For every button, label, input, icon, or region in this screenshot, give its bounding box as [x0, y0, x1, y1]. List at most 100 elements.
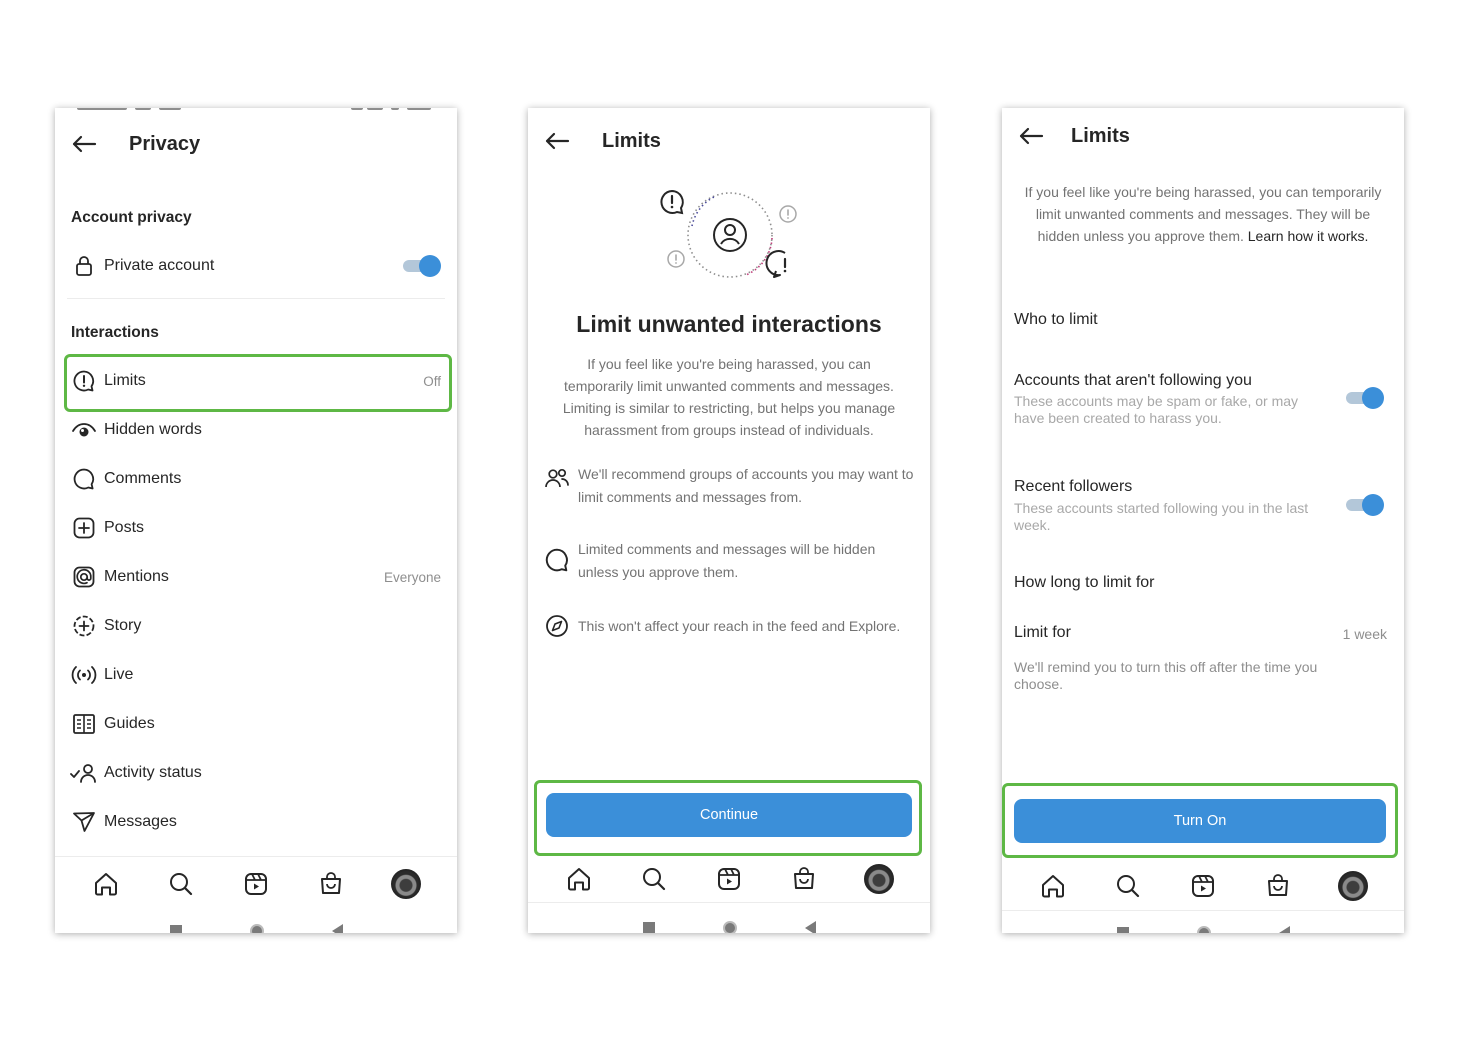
- system-back-icon[interactable]: [331, 924, 343, 933]
- settings-item-mentions[interactable]: Mentions Everyone: [67, 555, 445, 599]
- reels-icon[interactable]: [713, 863, 745, 895]
- add-square-icon: [70, 514, 98, 542]
- divider: [1002, 910, 1404, 911]
- app-bar: Limits: [528, 121, 930, 161]
- home-button-icon[interactable]: [249, 924, 264, 933]
- settings-item-activity-status[interactable]: Activity status: [67, 751, 445, 795]
- home-icon[interactable]: [90, 868, 122, 900]
- settings-item-posts[interactable]: Posts: [67, 506, 445, 550]
- messages-icon: [70, 808, 98, 836]
- feature-text: We'll recommend groups of accounts you m…: [578, 466, 914, 505]
- system-nav-bar: [528, 920, 930, 933]
- settings-item-label: Mentions: [104, 568, 169, 585]
- system-nav-bar: [1002, 925, 1404, 933]
- page-title: Limits: [602, 129, 661, 152]
- eye-icon: [70, 416, 98, 444]
- settings-item-label: Live: [104, 666, 134, 683]
- feature-text: Limited comments and messages will be hi…: [578, 541, 876, 580]
- settings-item-value: Everyone: [383, 569, 441, 585]
- search-icon[interactable]: [638, 863, 670, 895]
- recent-apps-icon[interactable]: [169, 925, 182, 933]
- settings-item-hidden-words[interactable]: Hidden words: [67, 408, 445, 452]
- limit-for-value: 1 week: [1342, 626, 1387, 642]
- settings-item-story[interactable]: Story: [67, 604, 445, 648]
- settings-item-label: Posts: [104, 519, 145, 536]
- private-account-label: Private account: [104, 257, 215, 274]
- option-desc: These accounts started following you in …: [1014, 500, 1309, 533]
- home-button-icon[interactable]: [722, 921, 737, 933]
- story-add-icon: [70, 612, 98, 640]
- recent-apps-icon[interactable]: [1116, 927, 1129, 933]
- activity-status-icon: [70, 759, 98, 787]
- app-bar: Privacy: [55, 124, 457, 164]
- bottom-nav: [528, 854, 930, 904]
- option-title: Recent followers: [1014, 478, 1133, 495]
- settings-item-label: Story: [104, 617, 142, 634]
- system-back-icon[interactable]: [804, 921, 816, 933]
- limits-intro-screen: Limits Limit unwanted interactions If yo…: [528, 108, 930, 933]
- highlight-box: [534, 780, 922, 856]
- comment-icon: [70, 465, 98, 493]
- account-privacy-header: Account privacy: [71, 209, 192, 226]
- comment-icon: [542, 545, 572, 575]
- back-arrow-icon[interactable]: [69, 129, 99, 159]
- recent-followers-toggle[interactable]: [1344, 494, 1384, 516]
- home-icon[interactable]: [1037, 870, 1069, 902]
- system-back-icon[interactable]: [1278, 926, 1290, 933]
- settings-item-label: Guides: [104, 715, 155, 732]
- app-bar: Limits: [1002, 116, 1404, 156]
- limit-for-row[interactable]: Limit for 1 week: [1002, 614, 1404, 650]
- settings-item-label: Hidden words: [104, 421, 202, 438]
- interactions-header: Interactions: [71, 324, 159, 341]
- divider: [55, 856, 457, 857]
- highlight-box: [64, 354, 452, 412]
- back-arrow-icon[interactable]: [542, 126, 572, 156]
- settings-item-label: Messages: [104, 813, 177, 830]
- system-nav-bar: [55, 923, 457, 933]
- non-followers-toggle[interactable]: [1344, 387, 1384, 409]
- home-button-icon[interactable]: [1196, 926, 1211, 933]
- reels-icon[interactable]: [1187, 870, 1219, 902]
- highlight-box: [1002, 783, 1398, 858]
- back-arrow-icon[interactable]: [1016, 121, 1046, 151]
- recent-apps-icon[interactable]: [642, 922, 655, 933]
- limits-illustration-icon: [656, 182, 806, 286]
- search-icon[interactable]: [1112, 870, 1144, 902]
- divider: [528, 902, 930, 903]
- settings-item-label: Activity status: [104, 764, 202, 781]
- learn-more-link[interactable]: Learn how it works.: [1248, 228, 1369, 244]
- feature-text: This won't affect your reach in the feed…: [578, 618, 901, 634]
- home-icon[interactable]: [563, 863, 595, 895]
- profile-avatar[interactable]: [1337, 870, 1369, 902]
- private-account-toggle[interactable]: [401, 255, 441, 277]
- settings-item-live[interactable]: Live: [67, 653, 445, 697]
- how-long-header: How long to limit for: [1014, 574, 1155, 591]
- reels-icon[interactable]: [240, 868, 272, 900]
- private-account-row[interactable]: Private account: [67, 244, 445, 288]
- lock-icon: [70, 252, 98, 280]
- shop-icon[interactable]: [788, 863, 820, 895]
- bottom-nav: [1002, 861, 1404, 911]
- who-to-limit-header: Who to limit: [1014, 311, 1098, 328]
- limit-for-label: Limit for: [1014, 624, 1071, 641]
- bottom-nav: [55, 859, 457, 909]
- at-icon: [70, 563, 98, 591]
- profile-avatar[interactable]: [390, 868, 422, 900]
- option-desc: These accounts may be spam or fake, or m…: [1014, 393, 1299, 426]
- option-title: Accounts that aren't following you: [1014, 372, 1252, 389]
- page-title: Limits: [1071, 124, 1130, 147]
- limits-description: If you feel like you're being harassed, …: [562, 356, 896, 438]
- shop-icon[interactable]: [1262, 870, 1294, 902]
- page-title: Privacy: [129, 132, 201, 155]
- settings-item-comments[interactable]: Comments: [67, 457, 445, 501]
- reminder-text: We'll remind you to turn this off after …: [1014, 659, 1318, 692]
- status-bar: [55, 108, 457, 113]
- limits-heading: Limit unwanted interactions: [576, 311, 882, 337]
- settings-item-messages[interactable]: Messages: [67, 800, 445, 844]
- settings-item-guides[interactable]: Guides: [67, 702, 445, 746]
- search-icon[interactable]: [165, 868, 197, 900]
- live-icon: [70, 661, 98, 689]
- shop-icon[interactable]: [315, 868, 347, 900]
- settings-item-label: Comments: [104, 470, 182, 487]
- profile-avatar[interactable]: [863, 863, 895, 895]
